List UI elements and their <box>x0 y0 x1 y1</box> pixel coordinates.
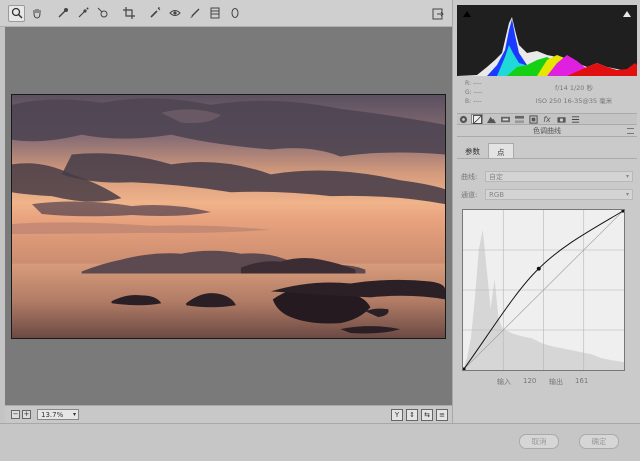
b-readout: B: ---- <box>465 98 482 105</box>
eyedropper-icon <box>58 8 68 18</box>
before-after-button[interactable]: Y <box>391 409 403 421</box>
tab-camera-calibration[interactable] <box>555 114 567 124</box>
tab-point[interactable]: 点 <box>488 143 514 158</box>
adjustment-brush-icon <box>189 8 199 18</box>
histogram <box>457 5 637 76</box>
sunset-photo <box>12 95 445 338</box>
graduated-filter-icon <box>210 7 219 19</box>
swap-settings-button[interactable]: ⇕ <box>406 409 418 421</box>
curve-preset-select[interactable]: 自定 ▾ <box>485 171 633 182</box>
toolbar <box>0 0 452 27</box>
g-readout: G: ---- <box>465 89 483 96</box>
color-sampler-icon <box>78 7 88 18</box>
section-title: 色调曲线 <box>457 126 637 137</box>
zoom-out-button[interactable]: − <box>11 410 20 419</box>
copy-settings-button[interactable]: ⇆ <box>421 409 433 421</box>
channel-label: 通道: <box>461 190 478 199</box>
tab-hsl[interactable] <box>499 114 511 124</box>
channel-row: 通道: RGB ▾ <box>461 189 633 200</box>
output-value: 161 <box>575 377 589 385</box>
zoom-in-button[interactable]: + <box>22 410 31 419</box>
camera-icon <box>556 116 566 123</box>
hand-tool[interactable] <box>28 5 45 22</box>
preview-canvas[interactable] <box>5 27 452 405</box>
zoom-level-value: 13.7% <box>41 410 64 419</box>
curve-point-selected[interactable] <box>536 266 541 271</box>
shadow-clipping-warning-icon[interactable] <box>463 11 471 17</box>
dialog-footer: 取消 确定 <box>0 423 640 461</box>
tab-split-toning[interactable] <box>513 114 525 124</box>
hsl-icon <box>500 116 510 122</box>
camera-raw-window: − + 13.7% ▾ Y ⇕ ⇆ ≡ R: ---- G: ---- B: -… <box>0 0 640 461</box>
curve-preset-row: 曲线: 自定 ▾ <box>461 171 633 182</box>
zoom-tool[interactable] <box>8 4 25 22</box>
r-readout: R: ---- <box>465 80 482 87</box>
tab-tone-curve[interactable] <box>471 114 483 124</box>
radial-filter-tool[interactable] <box>226 5 243 22</box>
tab-lens-corrections[interactable] <box>527 114 539 124</box>
tone-curve-icon <box>472 114 482 124</box>
exposure-info: f/14 1/20 秒 <box>555 84 593 92</box>
ok-button[interactable]: 确定 <box>579 434 619 449</box>
output-label: 输出 <box>549 378 563 386</box>
chevron-down-icon: ▾ <box>72 411 76 418</box>
adjustment-brush-tool[interactable] <box>186 5 203 22</box>
curve-subtabs: 参数 点 <box>457 143 637 159</box>
graduated-filter-tool[interactable] <box>206 5 223 22</box>
tab-presets[interactable] <box>569 114 581 124</box>
lens-icon <box>528 114 538 124</box>
input-output-readout: 输入 120 输出 161 <box>457 377 637 387</box>
tab-effects[interactable]: fx <box>541 114 553 124</box>
crop-tool[interactable] <box>120 5 137 22</box>
aperture-icon <box>459 115 467 123</box>
chevron-down-icon: ▾ <box>625 173 629 180</box>
tone-curve-graph[interactable] <box>462 209 625 371</box>
fx-icon: fx <box>543 114 551 124</box>
radial-filter-icon <box>231 8 238 18</box>
open-preferences-button[interactable] <box>429 5 446 22</box>
adjustments-panel: R: ---- G: ---- B: ---- f/14 1/20 秒 ISO … <box>452 0 640 423</box>
crop-icon <box>122 7 135 19</box>
split-toning-icon <box>514 115 524 123</box>
cancel-button[interactable]: 取消 <box>519 434 559 449</box>
target-adjust-icon <box>97 7 107 18</box>
red-eye-icon <box>168 10 181 16</box>
chevron-down-icon: ▾ <box>625 191 629 198</box>
panel-tab-bar: fx <box>457 113 637 125</box>
status-bar: − + 13.7% ▾ Y ⇕ ⇆ ≡ <box>5 405 452 423</box>
iso-lens-info: ISO 250 16-35@35 毫米 <box>535 97 613 105</box>
tab-detail[interactable] <box>485 114 497 124</box>
hand-icon <box>33 9 40 19</box>
tab-basic[interactable] <box>457 114 469 124</box>
zoom-level-select[interactable]: 13.7% ▾ <box>37 409 79 420</box>
image-info: R: ---- G: ---- B: ---- f/14 1/20 秒 ISO … <box>457 76 637 112</box>
presets-icon <box>571 115 579 123</box>
curve-plot <box>463 210 624 370</box>
export-icon <box>432 8 444 19</box>
input-value: 120 <box>523 377 537 385</box>
highlight-clipping-warning-icon[interactable] <box>623 11 631 17</box>
curve-label: 曲线: <box>461 172 478 181</box>
spot-removal-tool[interactable] <box>146 5 163 22</box>
input-label: 输入 <box>497 378 511 386</box>
red-eye-tool[interactable] <box>166 5 183 22</box>
target-adjust-tool[interactable] <box>94 5 111 22</box>
spot-removal-icon <box>149 7 160 18</box>
section-menu-icon[interactable] <box>627 128 634 134</box>
photo-preview <box>11 94 446 339</box>
curve-preset-value: 自定 <box>489 172 503 181</box>
histogram-graph <box>457 17 637 76</box>
color-sampler-tool[interactable] <box>74 5 91 22</box>
channel-value: RGB <box>489 190 505 199</box>
mountain-icon <box>486 116 496 123</box>
tab-parametric[interactable]: 参数 <box>457 143 488 158</box>
white-balance-tool[interactable] <box>54 5 71 22</box>
preview-preferences-button[interactable]: ≡ <box>436 409 448 421</box>
channel-select[interactable]: RGB ▾ <box>485 189 633 200</box>
zoom-icon <box>11 7 23 19</box>
